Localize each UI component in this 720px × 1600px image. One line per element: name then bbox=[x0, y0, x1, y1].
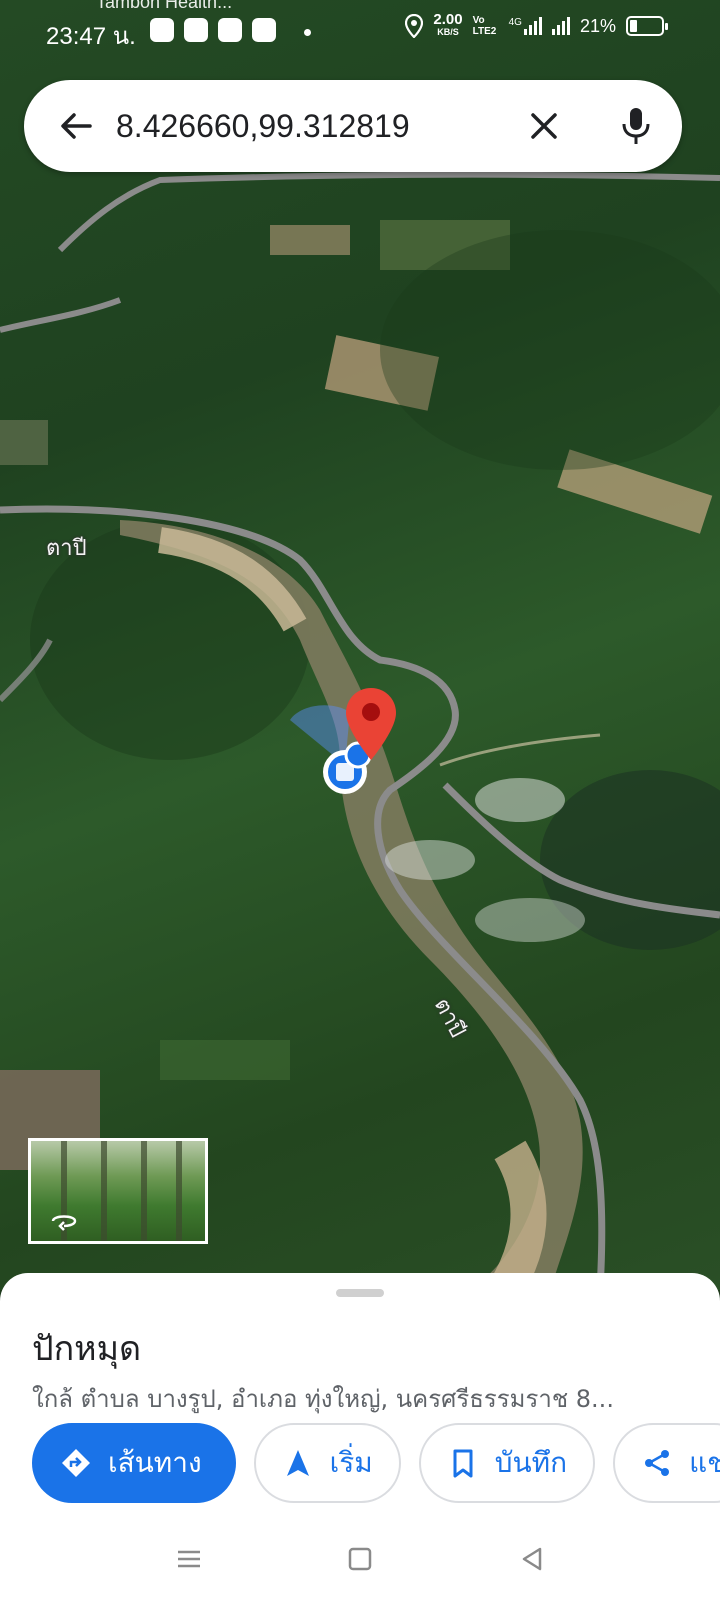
notification-peek: Tambon Health... bbox=[96, 0, 233, 12]
directions-icon bbox=[62, 1449, 90, 1477]
road-label-tapi-1: ตาปี bbox=[46, 536, 87, 561]
signal-icon-2 bbox=[551, 17, 570, 35]
net-speed-value: 2.00 bbox=[433, 11, 463, 28]
status-right-icons: 2.00 KB/S Vo LTE2 4G 21% bbox=[405, 11, 668, 38]
action-chips: เส้นทาง เริ่ม บันทึก แช bbox=[32, 1423, 720, 1503]
contact-add-icon bbox=[184, 18, 208, 42]
home-square-icon[interactable] bbox=[345, 1544, 375, 1574]
street-view-thumbnail[interactable] bbox=[28, 1138, 208, 1244]
start-button[interactable]: เริ่ม bbox=[253, 1423, 401, 1503]
battery-percent: 21% bbox=[579, 15, 616, 36]
clear-icon[interactable] bbox=[520, 102, 568, 150]
game-controller-icon bbox=[252, 18, 276, 42]
bookmark-icon bbox=[453, 1449, 473, 1478]
status-time: 23:47 น. bbox=[46, 23, 136, 50]
navigation-arrow-icon bbox=[286, 1450, 309, 1476]
street-view-rotate-icon bbox=[51, 1215, 77, 1231]
map-canvas bbox=[0, 171, 720, 1290]
directions-button[interactable]: เส้นทาง bbox=[32, 1423, 236, 1503]
net-speed: 2.00 KB/S bbox=[433, 11, 463, 38]
place-address: ใกล้ ตำบล บางรูป, อำเภอ ทุ่งใหญ่, นครศรี… bbox=[32, 1385, 614, 1413]
save-label: บันทึก bbox=[494, 1446, 568, 1479]
volte-label: Vo LTE2 bbox=[472, 15, 497, 37]
share-icon bbox=[645, 1450, 670, 1476]
system-nav-bar bbox=[0, 1520, 720, 1600]
notification-icons bbox=[150, 18, 276, 42]
app-icon bbox=[218, 18, 242, 42]
line-app-icon bbox=[150, 18, 174, 42]
battery-icon bbox=[626, 16, 668, 36]
directions-label: เส้นทาง bbox=[108, 1446, 202, 1479]
back-triangle-icon[interactable] bbox=[518, 1544, 548, 1574]
share-label: แช bbox=[689, 1446, 720, 1479]
satellite-map[interactable]: ตาปี ตาปี bbox=[0, 0, 720, 1290]
save-button[interactable]: บันทึก bbox=[418, 1423, 596, 1503]
dropped-pin-icon[interactable] bbox=[346, 688, 396, 760]
menu-icon[interactable] bbox=[174, 1544, 204, 1574]
net-speed-unit: KB/S bbox=[437, 27, 459, 37]
share-button[interactable]: แช bbox=[613, 1423, 720, 1503]
place-title: ปักหมุด bbox=[32, 1329, 142, 1369]
signal-icon-1: 4G bbox=[509, 17, 542, 35]
more-notifications-dot bbox=[304, 29, 311, 36]
network-type-label: 4G bbox=[508, 17, 522, 28]
sheet-drag-handle[interactable] bbox=[336, 1289, 384, 1297]
back-arrow-icon[interactable] bbox=[52, 102, 100, 150]
microphone-icon[interactable] bbox=[612, 102, 660, 150]
status-bar: Tambon Health... 23:47 น. 2.00 KB/S Vo L… bbox=[0, 0, 720, 62]
location-icon bbox=[405, 14, 424, 38]
search-input[interactable] bbox=[116, 102, 506, 150]
search-bar bbox=[24, 80, 682, 172]
start-label: เริ่ม bbox=[329, 1446, 373, 1479]
